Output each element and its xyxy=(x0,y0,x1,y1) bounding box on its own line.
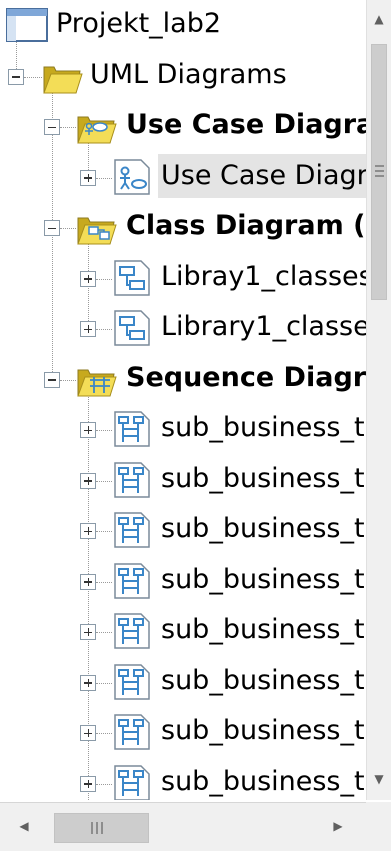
tree-item-label: sub_business_t xyxy=(161,412,365,443)
collapse-icon[interactable] xyxy=(44,220,60,236)
tree-item-label: Class Diagram ( xyxy=(126,210,366,241)
sequence-diagram-icon xyxy=(112,612,152,654)
expand-icon[interactable] xyxy=(80,573,96,590)
tree-item-label: Libray1_classes xyxy=(161,260,366,292)
arrow-down-icon[interactable]: ▼ xyxy=(367,772,391,786)
tree-guide-line xyxy=(60,228,76,229)
arrow-right-icon[interactable]: ▶ xyxy=(330,819,346,833)
tree-item-label: sub_business_t xyxy=(161,765,365,797)
class-folder-icon xyxy=(76,208,120,250)
arrow-up-icon[interactable]: ▲ xyxy=(367,12,391,26)
expand-icon[interactable] xyxy=(80,321,96,337)
expand-icon[interactable] xyxy=(80,523,96,539)
tree-item-label: sub_business_t xyxy=(161,563,365,595)
tree-guide-line xyxy=(96,278,112,280)
collapse-icon[interactable] xyxy=(44,119,60,135)
use-case-folder-icon xyxy=(76,107,120,149)
class-diagram-icon xyxy=(112,259,152,301)
expand-icon[interactable] xyxy=(80,674,96,691)
collapse-icon[interactable] xyxy=(8,68,24,85)
tree-guide-line xyxy=(96,531,112,532)
tree-guide-line xyxy=(24,76,42,78)
tree-guide-line xyxy=(96,177,112,179)
tree-item-label: sub_business_t xyxy=(161,664,365,696)
tree-item-label: sub_business_t xyxy=(161,462,365,494)
vertical-scrollbar[interactable]: ▲ ▼ xyxy=(366,0,391,800)
scrollbar-corner xyxy=(366,802,391,851)
tree-item-usecase-group[interactable]: Use Case Diagra xyxy=(0,103,366,147)
tree-item-class-group[interactable]: Class Diagram ( xyxy=(0,204,366,248)
tree-item-seq-group[interactable]: Sequence Diagr xyxy=(0,356,366,400)
tree-item-seq-8[interactable]: sub_business_t xyxy=(0,760,366,800)
expand-icon[interactable] xyxy=(80,472,96,489)
expand-icon[interactable] xyxy=(80,624,96,640)
sequence-diagram-icon xyxy=(112,764,152,800)
tree-guide-line xyxy=(96,581,112,583)
tree-item-label: Library1_classe xyxy=(161,311,366,342)
tree-item-label: sub_business_t xyxy=(161,513,365,544)
expand-icon[interactable] xyxy=(80,270,96,287)
sequence-diagram-icon xyxy=(112,562,152,604)
sequence-folder-icon xyxy=(76,360,120,402)
sequence-diagram-icon xyxy=(112,663,152,705)
tree-guide-line xyxy=(96,480,112,482)
project-tree[interactable]: Projekt_lab2 UML Diagrams Use Case Diagr… xyxy=(0,0,366,800)
tree-item-class-2[interactable]: Library1_classe xyxy=(0,305,366,349)
vertical-scroll-thumb[interactable] xyxy=(371,44,387,300)
expand-icon[interactable] xyxy=(80,422,96,438)
class-diagram-icon xyxy=(112,309,152,351)
tree-guide-line xyxy=(96,632,112,633)
tree-guide-line xyxy=(96,682,112,684)
horizontal-scroll-thumb[interactable] xyxy=(54,813,149,843)
tree-item-seq-7[interactable]: sub_business_t xyxy=(0,709,366,753)
horizontal-scrollbar[interactable]: ◀ ▶ xyxy=(0,802,366,851)
tree-guide-line xyxy=(96,430,112,431)
expand-icon[interactable] xyxy=(80,169,96,186)
tree-item-seq-1[interactable]: sub_business_t xyxy=(0,406,366,450)
tree-item-seq-4[interactable]: sub_business_t xyxy=(0,558,366,602)
sequence-diagram-icon xyxy=(112,713,152,755)
tree-item-seq-6[interactable]: sub_business_t xyxy=(0,659,366,703)
arrow-left-icon[interactable]: ◀ xyxy=(16,819,32,833)
tree-guide-line xyxy=(60,127,76,128)
tree-item-label: sub_business_t xyxy=(161,614,365,645)
sequence-diagram-icon xyxy=(112,410,152,452)
tree-item-label: sub_business_t xyxy=(161,715,365,746)
tree-item-uml[interactable]: UML Diagrams xyxy=(0,53,366,97)
tree-item-seq-3[interactable]: sub_business_t xyxy=(0,507,366,551)
folder-open-icon xyxy=(42,57,86,99)
tree-item-label: Sequence Diagr xyxy=(126,361,366,393)
tree-item-usecase-1[interactable]: Use Case Diagra xyxy=(0,153,366,200)
tree-item-label: Use Case Diagra xyxy=(126,109,366,140)
tree-item-seq-2[interactable]: sub_business_t xyxy=(0,457,366,501)
expand-icon[interactable] xyxy=(80,775,96,792)
tree-item-root[interactable]: Projekt_lab2 xyxy=(0,2,366,46)
collapse-icon[interactable] xyxy=(44,371,60,388)
sequence-diagram-icon xyxy=(112,461,152,503)
tree-item-label: UML Diagrams xyxy=(90,58,287,90)
use-case-diagram-icon xyxy=(112,158,152,200)
tree-guide-line xyxy=(96,733,112,734)
tree-guide-line xyxy=(96,783,112,785)
tree-item-class-1[interactable]: Libray1_classes xyxy=(0,255,366,299)
tree-guide-line xyxy=(60,379,76,381)
project-window-icon xyxy=(6,8,48,46)
tree-guide-line xyxy=(96,329,112,330)
tree-item-seq-5[interactable]: sub_business_t xyxy=(0,608,366,652)
sequence-diagram-icon xyxy=(112,511,152,553)
expand-icon[interactable] xyxy=(80,725,96,741)
tree-item-label: Use Case Diagra xyxy=(158,153,366,198)
tree-item-label: Projekt_lab2 xyxy=(56,8,222,39)
